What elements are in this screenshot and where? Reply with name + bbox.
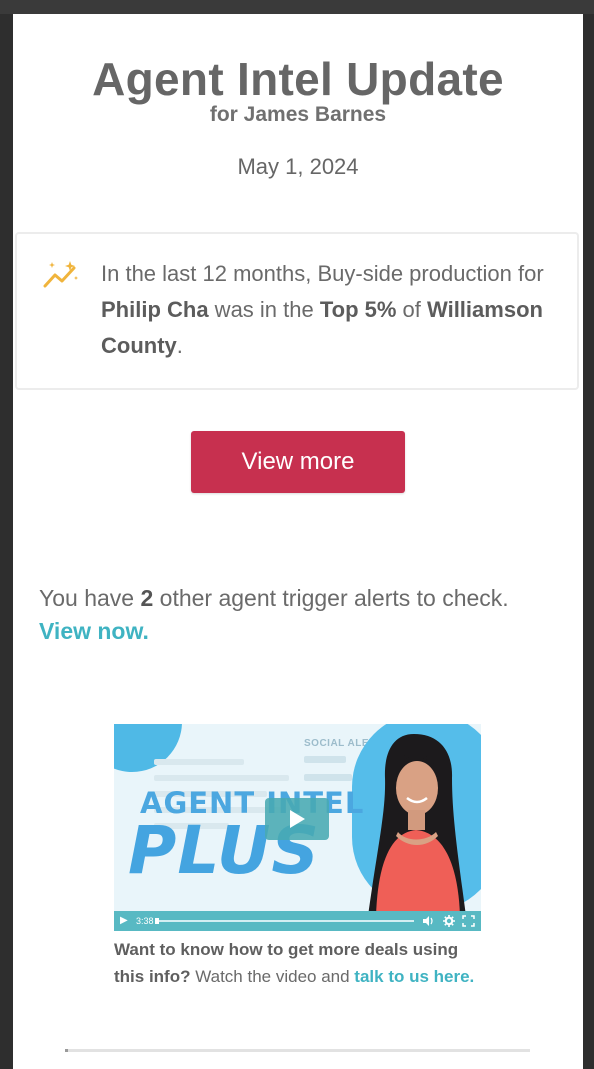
insight-text-of: of [396, 297, 428, 322]
video-player[interactable]: SOCIAL ALE AGENT INTEL PLUS ▶ 3:38 [114, 724, 481, 931]
alerts-message: You have 2 other agent trigger alerts to… [39, 582, 569, 648]
video-duration: 3:38 [136, 916, 154, 926]
progress-knob[interactable] [155, 918, 159, 924]
play-icon [290, 810, 305, 828]
play-button[interactable] [265, 798, 329, 840]
rank-value: Top 5% [319, 297, 397, 322]
window-top-bar [0, 0, 594, 14]
video-controls: ▶ 3:38 [114, 911, 481, 931]
small-play-icon[interactable]: ▶ [120, 915, 128, 927]
section-divider [65, 1049, 530, 1052]
mockup-line [304, 774, 352, 781]
recipient-line: for James Barnes [209, 103, 387, 126]
alerts-prefix: You have [39, 585, 141, 611]
volume-icon[interactable] [422, 916, 434, 926]
sparkle-trend-icon [43, 261, 78, 288]
insight-text-lead: In the last 12 months, Buy-side producti… [101, 261, 544, 286]
agent-name: Philip Cha [101, 297, 209, 322]
talk-to-us-link[interactable]: talk to us here. [354, 967, 474, 986]
email-date: May 1, 2024 [237, 154, 359, 179]
insight-text-middle: was in the [208, 297, 320, 322]
fullscreen-icon[interactable] [462, 915, 475, 927]
mockup-line [304, 756, 346, 763]
alerts-suffix: other agent trigger alerts to check. [153, 585, 509, 611]
settings-gear-icon[interactable] [443, 915, 455, 927]
alerts-count: 2 [140, 585, 154, 611]
view-now-link[interactable]: View now. [39, 618, 149, 644]
presenter-image [368, 734, 466, 916]
divider-marker [65, 1049, 68, 1052]
caption-middle: Watch the video and [190, 967, 355, 986]
video-progress-track[interactable] [155, 918, 414, 924]
insight-card: In the last 12 months, Buy-side producti… [15, 232, 579, 390]
email-title: Agent Intel Update [92, 53, 504, 105]
email-body: Agent Intel Update for James Barnes May … [13, 14, 583, 1069]
insight-text: In the last 12 months, Buy-side producti… [101, 256, 561, 364]
insight-text-end: . [176, 333, 183, 358]
view-more-button[interactable]: View more [191, 431, 405, 493]
video-caption: Want to know how to get more deals using… [114, 936, 489, 990]
